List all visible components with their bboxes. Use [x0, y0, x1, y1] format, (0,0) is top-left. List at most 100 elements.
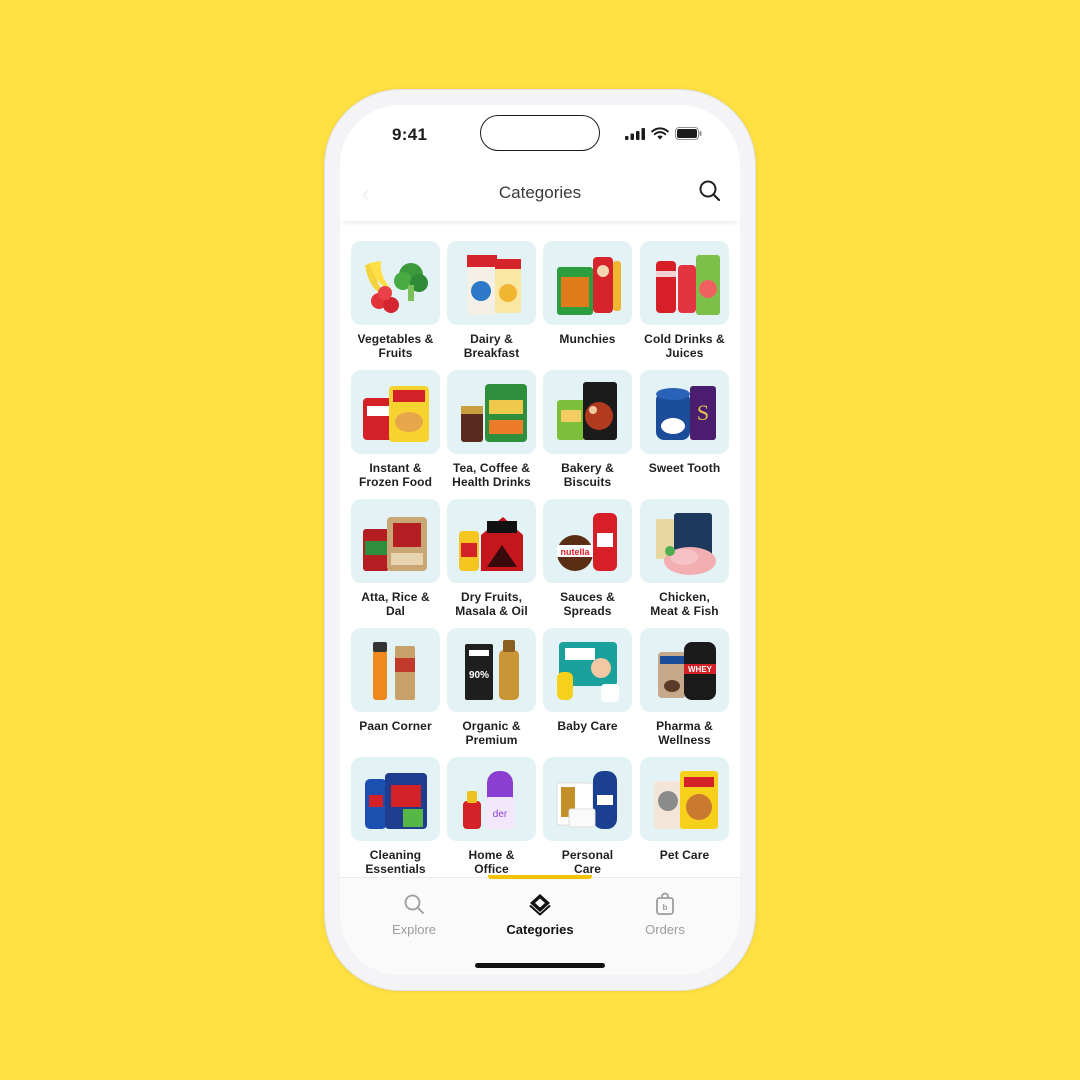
category-label: Sweet Tooth	[648, 461, 721, 475]
category-label: Personal Care	[561, 848, 614, 876]
produce-icon-art	[365, 261, 428, 313]
category-tile[interactable]: Munchies	[543, 241, 632, 346]
sauce-icon: nutella	[543, 499, 632, 583]
search-icon[interactable]	[697, 178, 723, 204]
baby-icon	[543, 628, 632, 712]
category-tile[interactable]: Tea, Coffee & Health Drinks	[447, 370, 536, 489]
masala-icon	[447, 499, 536, 583]
categories-grid: Vegetables & Fruits Dairy & Breakfast Munc…	[351, 241, 731, 877]
meat-icon-art	[656, 513, 716, 575]
phone-screen: 9:41 ‹ Categories Vegetables & Fruits Da…	[340, 105, 740, 975]
category-label: Bakery & Biscuits	[561, 461, 614, 489]
tea-icon-art	[461, 384, 527, 442]
category-tile[interactable]: Vegetables & Fruits	[351, 241, 440, 360]
battery-icon	[675, 127, 702, 140]
category-label: Paan Corner	[359, 719, 432, 733]
category-tile[interactable]: Instant & Frozen Food	[351, 370, 440, 489]
category-label: Atta, Rice & Dal	[361, 590, 430, 618]
category-tile[interactable]: S Sweet Tooth	[640, 370, 729, 475]
snacks-icon-art	[557, 257, 621, 315]
category-tile[interactable]: Bakery & Biscuits	[543, 370, 632, 489]
category-tile[interactable]: Personal Care	[543, 757, 632, 876]
bakery-icon	[543, 370, 632, 454]
category-tile[interactable]: Baby Care	[543, 628, 632, 733]
drinks-icon-art	[656, 255, 720, 315]
category-tile[interactable]: Cleaning Essentials	[351, 757, 440, 876]
bakery-icon-art	[557, 382, 617, 440]
category-label: Pharma & Wellness	[656, 719, 713, 747]
category-tile[interactable]: Paan Corner	[351, 628, 440, 733]
home-indicator	[475, 963, 605, 968]
tab-label: Explore	[391, 922, 437, 937]
category-label: Instant & Frozen Food	[358, 461, 433, 489]
category-tile[interactable]: nutella Sauces & Spreads	[543, 499, 632, 618]
category-label: Dairy & Breakfast	[463, 332, 520, 360]
drinks-icon	[640, 241, 729, 325]
svg-text:nutella: nutella	[560, 547, 590, 557]
category-tile[interactable]: WHEY Pharma & Wellness	[640, 628, 729, 747]
category-tile[interactable]: 90% Organic & Premium	[447, 628, 536, 747]
category-tile[interactable]: Chicken, Meat & Fish	[640, 499, 729, 618]
produce-icon	[351, 241, 440, 325]
page-title: Categories	[498, 183, 582, 202]
status-icons	[625, 127, 702, 140]
personal-care-icon-art	[556, 771, 617, 829]
wifi-icon	[651, 127, 669, 140]
tab-label: Categories	[506, 922, 574, 937]
cereal-icon	[447, 241, 536, 325]
category-label: Baby Care	[557, 719, 618, 733]
category-tile[interactable]: Cold Drinks & Juices	[640, 241, 729, 360]
category-label: Organic & Premium	[462, 719, 521, 747]
active-tab-indicator	[488, 875, 592, 879]
organic-icon-art: 90%	[465, 640, 519, 700]
category-label: Munchies	[559, 332, 616, 346]
pharma-icon: WHEY	[640, 628, 729, 712]
category-tile[interactable]: Dry Fruits, Masala & Oil	[447, 499, 536, 618]
category-tile[interactable]: Dairy & Breakfast	[447, 241, 536, 360]
svg-text:b: b	[663, 903, 668, 912]
cereal-icon-art	[467, 255, 521, 315]
grains-icon	[351, 499, 440, 583]
pharma-icon-art: WHEY	[658, 642, 716, 700]
noodles-icon	[351, 370, 440, 454]
home-icon: der	[447, 757, 536, 841]
tab-orders[interactable]: b Orders	[605, 892, 725, 937]
pet-icon	[640, 757, 729, 841]
category-label: Sauces & Spreads	[560, 590, 615, 618]
tab-categories[interactable]: Categories	[480, 892, 600, 937]
category-label: Cold Drinks & Juices	[644, 332, 725, 360]
baby-icon-art	[557, 642, 619, 702]
tea-icon	[447, 370, 536, 454]
meat-icon	[640, 499, 729, 583]
category-tile[interactable]: der Home & Office	[447, 757, 536, 876]
category-label: Home & Office	[468, 848, 515, 876]
category-tile[interactable]: Atta, Rice & Dal	[351, 499, 440, 618]
tab-label: Orders	[645, 922, 685, 937]
category-label: Chicken, Meat & Fish	[650, 590, 719, 618]
svg-text:WHEY: WHEY	[688, 665, 713, 674]
sauce-icon-art: nutella	[557, 513, 617, 571]
svg-text:S: S	[697, 400, 709, 425]
svg-text:90%: 90%	[469, 670, 489, 681]
bag-icon: b	[656, 892, 674, 915]
signal-icon	[625, 127, 645, 140]
cleaning-icon-art	[365, 773, 427, 829]
sweets-icon: S	[640, 370, 729, 454]
masala-icon-art	[459, 517, 523, 571]
app-header: ‹ Categories	[340, 165, 740, 221]
category-label: Pet Care	[659, 848, 710, 862]
status-time: 9:41	[392, 125, 428, 144]
grains-icon-art	[363, 517, 427, 571]
category-label: Tea, Coffee & Health Drinks	[452, 461, 531, 489]
sweets-icon-art: S	[656, 386, 716, 440]
svg-text:der: der	[493, 809, 508, 820]
categories-icon	[529, 894, 551, 916]
cleaning-icon	[351, 757, 440, 841]
tab-explore[interactable]: Explore	[354, 892, 474, 937]
category-label: Cleaning Essentials	[365, 848, 426, 876]
search-icon	[404, 894, 424, 914]
personal-care-icon	[543, 757, 632, 841]
home-icon-art: der	[463, 771, 515, 829]
bottom-tab-bar: Explore Categories b Orders	[340, 875, 740, 975]
category-tile[interactable]: Pet Care	[640, 757, 729, 862]
